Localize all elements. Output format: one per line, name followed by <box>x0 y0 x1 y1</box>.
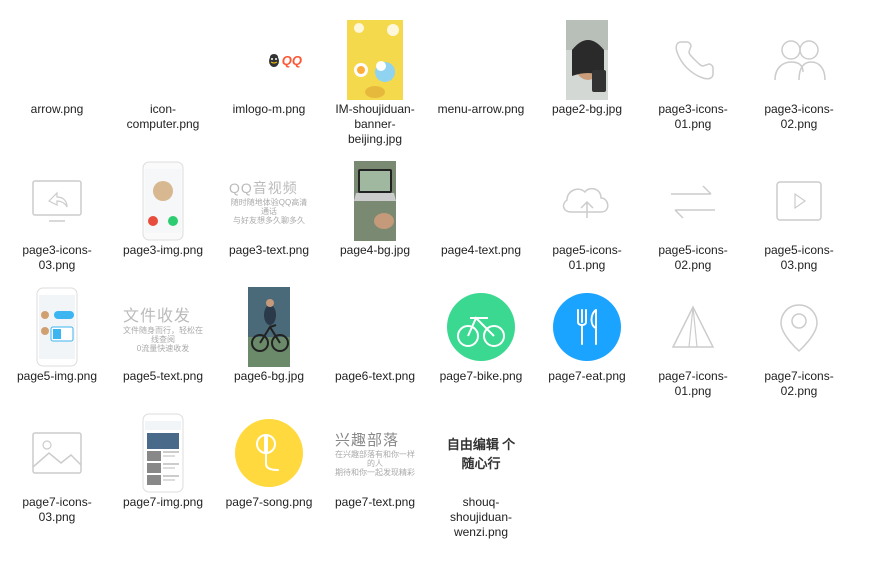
file-label: menu-arrow.png <box>438 102 525 117</box>
file-label: page7-text.png <box>335 495 415 510</box>
thumbnail <box>646 20 740 100</box>
file-grid: arrow.png icon-computer.png QQ imlogo-m.png… <box>10 20 859 540</box>
file-label: page7-icons-02.png <box>752 369 846 399</box>
file-label: page3-img.png <box>123 243 203 258</box>
thumbnail <box>752 161 846 241</box>
file-item[interactable]: page3-icons-03.png <box>10 161 104 273</box>
file-label: imlogo-m.png <box>233 102 306 117</box>
file-label: shouq-shoujiduan-wenzi.png <box>434 495 528 540</box>
thumbnail <box>646 161 740 241</box>
file-label: page3-icons-02.png <box>752 102 846 132</box>
file-item[interactable]: page7-img.png <box>116 413 210 510</box>
thumbnail: QQ音视频随时随地体验QQ高清通话与好友想多久聊多久 <box>222 161 316 241</box>
file-item[interactable]: page6-text.png <box>328 287 422 384</box>
file-label: page3-icons-01.png <box>646 102 740 132</box>
thumbnail <box>752 287 846 367</box>
thumbnail <box>116 20 210 100</box>
thumbnail <box>328 287 422 367</box>
thumbnail <box>328 20 422 100</box>
thumbnail <box>540 161 634 241</box>
thumbnail <box>434 20 528 100</box>
file-item[interactable]: menu-arrow.png <box>434 20 528 117</box>
file-item[interactable]: page5-icons-02.png <box>646 161 740 273</box>
thumbnail <box>222 287 316 367</box>
file-label: page5-img.png <box>17 369 97 384</box>
file-item[interactable]: page5-icons-01.png <box>540 161 634 273</box>
file-label: page4-bg.jpg <box>340 243 410 258</box>
file-item[interactable]: page2-bg.jpg <box>540 20 634 117</box>
file-item[interactable]: page3-icons-02.png <box>752 20 846 132</box>
file-item[interactable]: page4-bg.jpg <box>328 161 422 258</box>
file-label: page5-text.png <box>123 369 203 384</box>
thumbnail: 自由编辑 个随心行 <box>434 413 528 493</box>
file-label: page2-bg.jpg <box>552 102 622 117</box>
file-label: page5-icons-03.png <box>752 243 846 273</box>
file-label: page7-eat.png <box>548 369 625 384</box>
file-item[interactable]: page5-icons-03.png <box>752 161 846 273</box>
file-item[interactable]: page7-eat.png <box>540 287 634 384</box>
file-item[interactable]: page5-img.png <box>10 287 104 384</box>
file-item[interactable]: 文件收发文件随身而行，轻松在线查阅0流量快速收发 page5-text.png <box>116 287 210 384</box>
file-item[interactable]: QQ音视频随时随地体验QQ高清通话与好友想多久聊多久 page3-text.png <box>222 161 316 258</box>
file-item[interactable]: page3-icons-01.png <box>646 20 740 132</box>
file-label: page5-icons-02.png <box>646 243 740 273</box>
file-label: page6-text.png <box>335 369 415 384</box>
file-item[interactable]: page6-bg.jpg <box>222 287 316 384</box>
thumbnail <box>540 287 634 367</box>
file-label: arrow.png <box>31 102 84 117</box>
file-label: page7-icons-01.png <box>646 369 740 399</box>
file-item[interactable]: 自由编辑 个随心行shouq-shoujiduan-wenzi.png <box>434 413 528 540</box>
thumbnail <box>10 161 104 241</box>
file-item[interactable]: IM-shoujiduan-banner-beijing.jpg <box>328 20 422 147</box>
thumbnail <box>328 161 422 241</box>
thumbnail <box>222 413 316 493</box>
thumbnail <box>434 161 528 241</box>
file-item[interactable]: 兴趣部落在兴趣部落有和你一样的人期待和你一起发现精彩 page7-text.png <box>328 413 422 510</box>
file-label: page5-icons-01.png <box>540 243 634 273</box>
thumbnail <box>646 287 740 367</box>
file-item[interactable]: page7-song.png <box>222 413 316 510</box>
file-label: page7-icons-03.png <box>10 495 104 525</box>
file-label: IM-shoujiduan-banner-beijing.jpg <box>328 102 422 147</box>
thumbnail <box>10 287 104 367</box>
file-label: page6-bg.jpg <box>234 369 304 384</box>
file-label: page3-icons-03.png <box>10 243 104 273</box>
thumbnail <box>116 161 210 241</box>
file-label: page4-text.png <box>441 243 521 258</box>
thumbnail <box>752 20 846 100</box>
file-item[interactable]: page4-text.png <box>434 161 528 258</box>
file-item[interactable]: page3-img.png <box>116 161 210 258</box>
file-label: page7-img.png <box>123 495 203 510</box>
thumbnail: 文件收发文件随身而行，轻松在线查阅0流量快速收发 <box>116 287 210 367</box>
file-label: icon-computer.png <box>116 102 210 132</box>
thumbnail <box>10 20 104 100</box>
thumbnail: QQ <box>222 20 316 100</box>
file-item[interactable]: page7-bike.png <box>434 287 528 384</box>
thumbnail: 兴趣部落在兴趣部落有和你一样的人期待和你一起发现精彩 <box>328 413 422 493</box>
file-item[interactable]: page7-icons-03.png <box>10 413 104 525</box>
file-label: page3-text.png <box>229 243 309 258</box>
file-label: page7-bike.png <box>440 369 523 384</box>
thumbnail <box>434 287 528 367</box>
file-item[interactable]: page7-icons-02.png <box>752 287 846 399</box>
file-item[interactable]: icon-computer.png <box>116 20 210 132</box>
file-item[interactable]: page7-icons-01.png <box>646 287 740 399</box>
thumbnail <box>10 413 104 493</box>
file-label: page7-song.png <box>226 495 313 510</box>
thumbnail <box>116 413 210 493</box>
file-item[interactable]: QQ imlogo-m.png <box>222 20 316 117</box>
thumbnail <box>540 20 634 100</box>
file-item[interactable]: arrow.png <box>10 20 104 117</box>
